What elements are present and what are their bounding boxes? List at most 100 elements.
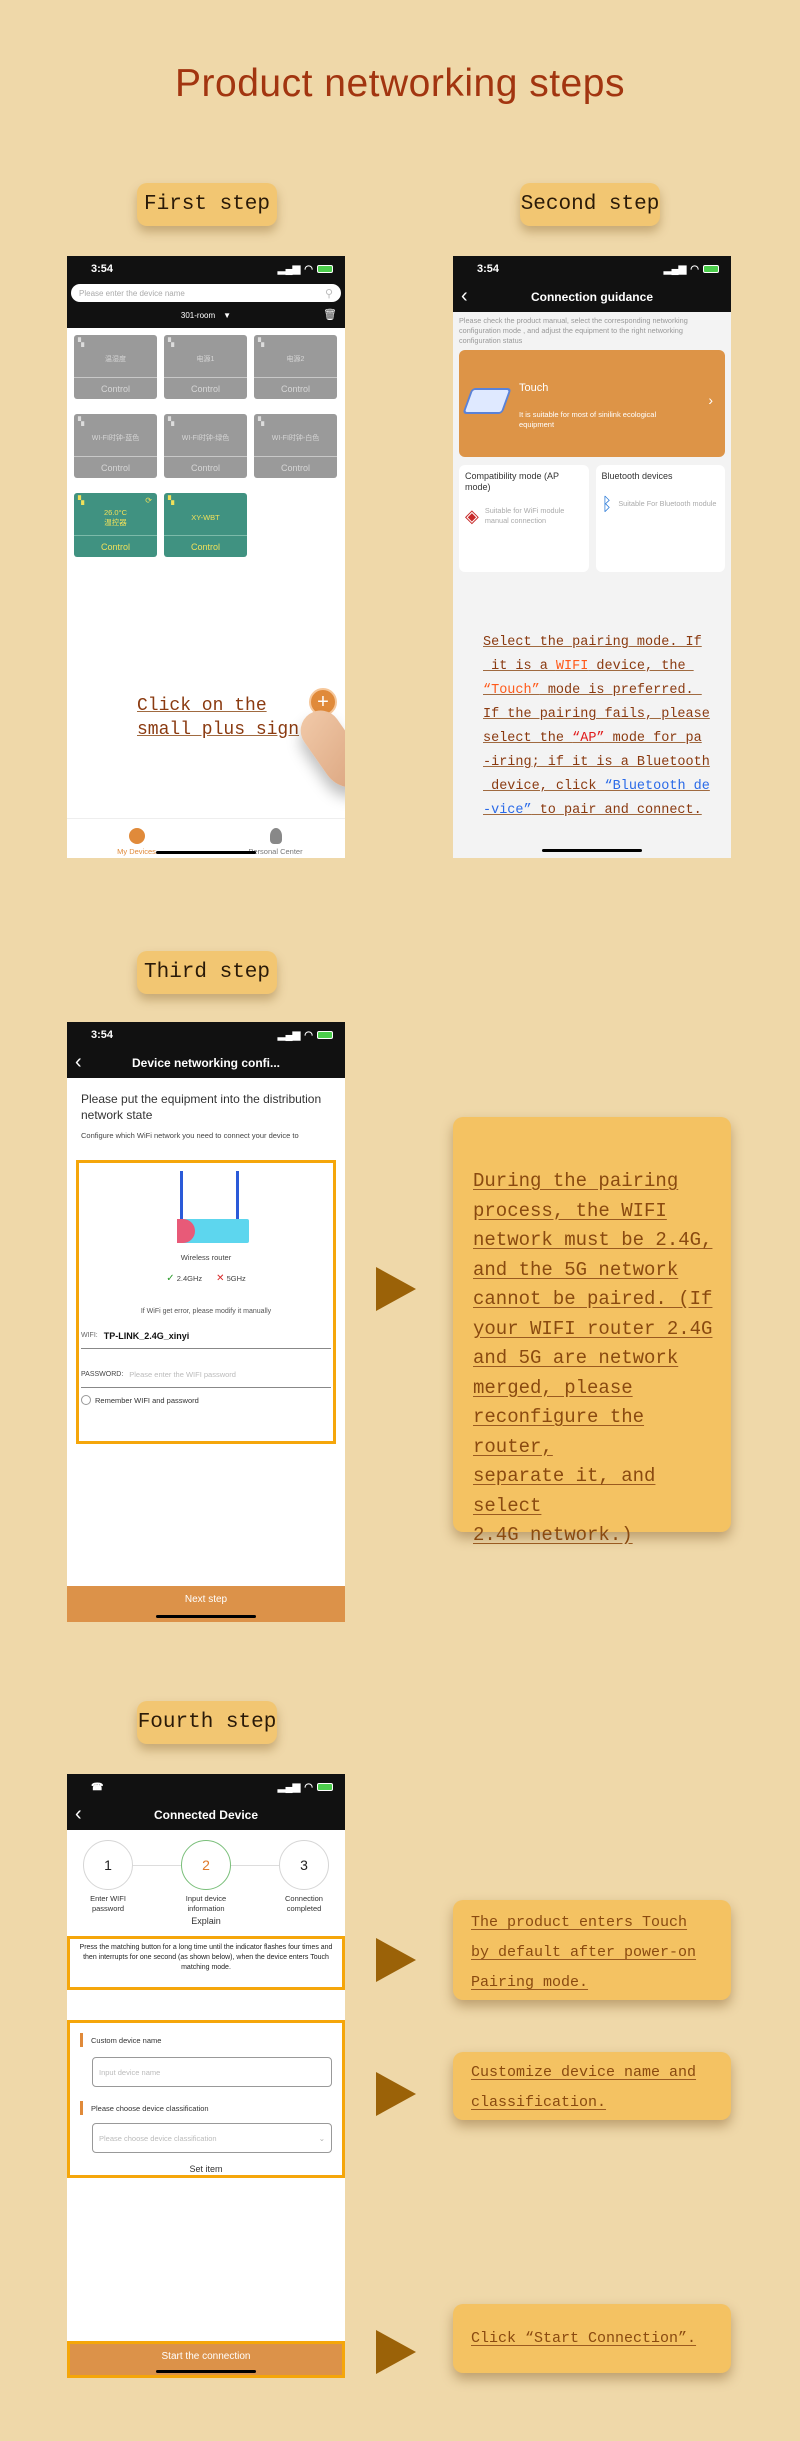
back-icon[interactable]: ‹ bbox=[75, 1803, 82, 1826]
refresh-icon[interactable]: ⟳ bbox=[145, 496, 152, 505]
device-tile[interactable]: ▚ WI-FI时钟-蓝色 Control bbox=[74, 414, 157, 478]
nav-title: Connection guidance bbox=[530, 290, 653, 304]
header: 3:54 ▂▄▆ ◠ ‹ Connection guidance bbox=[453, 256, 731, 312]
remember-checkbox[interactable] bbox=[81, 1395, 91, 1405]
custom-name-label: Custom device name bbox=[91, 2035, 162, 2045]
signal-icon: ▂▄▆ bbox=[277, 263, 301, 275]
step-circle: 1 bbox=[83, 1840, 133, 1890]
control-button[interactable]: Control bbox=[164, 456, 247, 478]
devices-icon bbox=[128, 828, 145, 844]
home-indicator bbox=[542, 849, 642, 852]
device-tile[interactable]: ▚ WI-FI时钟-绿色 Control bbox=[164, 414, 247, 478]
trash-icon[interactable]: 🗑 bbox=[323, 308, 337, 321]
control-button[interactable]: Control bbox=[164, 377, 247, 399]
label-accent-bar bbox=[80, 2101, 83, 2115]
label-accent-bar bbox=[80, 2033, 83, 2047]
band-ok: ✓ 2.4GHz bbox=[166, 1273, 202, 1284]
note-line: process, the WIFI bbox=[473, 1199, 667, 1222]
cross-icon: ✕ bbox=[216, 1273, 225, 1284]
ap-mode-description: Suitable for WiFi module manual connecti… bbox=[484, 506, 565, 526]
ap-mode-title: Compatibility mode (AP mode) bbox=[465, 470, 559, 493]
step-badge-second: Second step bbox=[520, 183, 660, 226]
screen-my-devices: 3:54 ▂▄▆ ◠ Please enter the device name ⚲… bbox=[67, 256, 345, 858]
device-tile[interactable]: ▚ WI-FI时钟-白色 Control bbox=[254, 414, 337, 478]
annotation-text: select the bbox=[483, 731, 573, 746]
password-field[interactable]: PASSWORD: Please enter the WIFI password bbox=[81, 1362, 331, 1388]
router-antenna bbox=[236, 1171, 239, 1219]
annotation-line: select the “AP” mode for pa bbox=[483, 727, 710, 751]
annotation-line: “Touch” mode is preferred. bbox=[483, 679, 710, 703]
annotation-text: mode is preferred. bbox=[539, 683, 702, 698]
home-indicator bbox=[156, 1615, 256, 1618]
device-icon: ▚ bbox=[78, 417, 85, 426]
band-bad-label: 5GHz bbox=[226, 1274, 246, 1283]
note-start-connection: Click “Start Connection”. bbox=[453, 2304, 731, 2373]
device-tile[interactable]: ▚ XY-WBT Control bbox=[164, 493, 247, 557]
device-label: 温控器 bbox=[104, 518, 127, 527]
note-line: and 5G are network bbox=[473, 1347, 679, 1369]
pointing-hand-image bbox=[292, 702, 345, 800]
device-tile[interactable]: ▚ ⟳ 26.0°C 温控器 Control bbox=[74, 493, 157, 557]
note-line: separate it, and select bbox=[473, 1465, 656, 1517]
control-button[interactable]: Control bbox=[74, 535, 157, 557]
band-support: ✓ 2.4GHz ✕ 5GHz bbox=[79, 1273, 333, 1284]
control-button[interactable]: Control bbox=[74, 456, 157, 478]
touch-mode-card[interactable]: Touch It is suitable for most of sinilin… bbox=[459, 349, 725, 457]
bluetooth-card[interactable]: Bluetooth devices ᛒ Suitable For Bluetoot… bbox=[595, 464, 725, 572]
note-line: Click “Start Connection”. bbox=[471, 2330, 697, 2347]
control-button[interactable]: Control bbox=[164, 535, 247, 557]
search-input[interactable]: Please enter the device name ⚲ bbox=[71, 284, 341, 302]
step-badge-first: First step bbox=[137, 183, 277, 226]
device-tile[interactable]: ▚ 电源1 Control bbox=[164, 335, 247, 399]
note-line: classification. bbox=[471, 2094, 607, 2111]
device-icon: ▚ bbox=[258, 417, 265, 426]
status-icons: ▂▄▆ ◠ bbox=[278, 1030, 333, 1041]
step-node: 2 Input device information bbox=[179, 1840, 233, 1914]
control-button[interactable]: Control bbox=[74, 377, 157, 399]
annotation-line: it is a WIFI device, the bbox=[483, 655, 710, 679]
search-icon[interactable]: ⚲ bbox=[325, 287, 333, 300]
control-button[interactable]: Control bbox=[254, 377, 337, 399]
annotation-text: device, the bbox=[588, 659, 694, 674]
wifi-icon: ◠ bbox=[304, 1781, 313, 1793]
device-tile[interactable]: ▚ 电源2 Control bbox=[254, 335, 337, 399]
nav-bar: ‹ Connection guidance bbox=[453, 282, 731, 312]
note-line: merged, please bbox=[473, 1376, 633, 1399]
annotation-line: small plus sign bbox=[137, 720, 300, 740]
control-button[interactable]: Control bbox=[254, 456, 337, 478]
wifi-field[interactable]: WIFI: TP-LINK_2.4G_xinyi bbox=[81, 1323, 331, 1349]
room-label: 301-room bbox=[180, 310, 216, 320]
home-indicator bbox=[156, 2370, 256, 2373]
battery-icon bbox=[317, 1783, 333, 1791]
back-icon[interactable]: ‹ bbox=[75, 1051, 82, 1074]
battery-icon bbox=[703, 265, 719, 273]
back-icon[interactable]: ‹ bbox=[461, 285, 468, 308]
note-line: your WIFI router 2.4G bbox=[473, 1317, 713, 1340]
wifi-error-hint: If WiFi get error, please modify it manu… bbox=[140, 1308, 272, 1315]
progress-stepper: 1 Enter WIFI password 2 Input device infor… bbox=[67, 1840, 345, 1914]
device-name: 温湿度 bbox=[105, 356, 126, 364]
signal-icon: ▂▄▆ bbox=[663, 263, 687, 275]
ap-mode-card[interactable]: Compatibility mode (AP mode) ◈ Suitable f… bbox=[459, 464, 589, 572]
note-line: 2.4G network.) bbox=[473, 1524, 633, 1546]
classification-select[interactable]: Please choose device classification ⌄ bbox=[92, 2123, 332, 2153]
bluetooth-title: Bluetooth devices bbox=[601, 470, 673, 481]
device-name: 电源1 bbox=[196, 356, 215, 364]
annotation-line: If the pairing fails, please bbox=[483, 703, 710, 727]
device-name-input[interactable]: Input device name bbox=[92, 2057, 332, 2087]
room-selector[interactable]: 301-room ▼ 🗑 bbox=[67, 302, 345, 328]
chevron-right-icon: › bbox=[708, 391, 713, 408]
header: 3:54 ▂▄▆ ◠ ‹ Device networking confi... bbox=[67, 1022, 345, 1078]
annotation-text: to pair and connect. bbox=[531, 803, 702, 818]
mode-cards: Compatibility mode (AP mode) ◈ Suitable f… bbox=[459, 464, 725, 572]
tab-label: My Devices bbox=[117, 847, 156, 856]
annotation-line: -iring; if it is a Bluetooth bbox=[483, 751, 710, 775]
note-line: Pairing mode. bbox=[471, 1974, 589, 1991]
status-bar: 3:54 ▂▄▆ ◠ bbox=[67, 1022, 345, 1048]
remember-label: Remember WIFI and password bbox=[95, 1395, 199, 1405]
device-tile[interactable]: ▚ 温湿度 Control bbox=[74, 335, 157, 399]
note-line: network must be 2.4G, bbox=[473, 1229, 713, 1251]
remember-checkbox-row[interactable]: Remember WIFI and password bbox=[81, 1395, 199, 1405]
touch-description: It is suitable for most of sinilink ecol… bbox=[519, 409, 657, 430]
password-label: PASSWORD: bbox=[81, 1371, 124, 1378]
